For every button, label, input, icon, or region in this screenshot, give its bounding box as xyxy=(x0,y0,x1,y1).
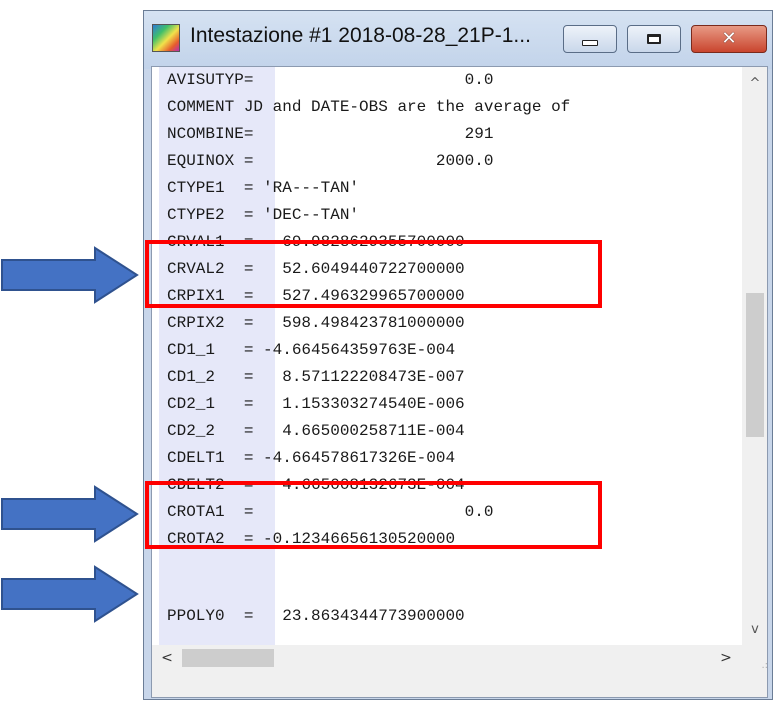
header-line-avisutyp: AVISUTYP= 0.0 xyxy=(167,71,494,89)
header-line-cd2-1: CD2_1 = 1.153303274540E-006 xyxy=(167,395,465,413)
close-icon: ✕ xyxy=(721,28,737,49)
header-line-comment: COMMENT JD and DATE-OBS are the average … xyxy=(167,98,571,116)
minimize-button[interactable] xyxy=(563,25,617,53)
horizontal-scrollbar[interactable]: < > xyxy=(152,645,742,671)
resize-grip-icon[interactable]: .: xyxy=(742,645,767,671)
header-line-equinox: EQUINOX = 2000.0 xyxy=(167,152,494,170)
scroll-up-arrow-icon[interactable]: ^ xyxy=(746,73,764,93)
horizontal-scroll-thumb[interactable] xyxy=(182,649,274,667)
window-title: Intestazione #1 2018-08-28_21P-1... xyxy=(190,24,531,47)
highlight-box-cdelt xyxy=(145,481,602,549)
vertical-scroll-thumb[interactable] xyxy=(746,293,764,437)
pointer-arrow-crval xyxy=(1,246,139,304)
header-line-cdelt1: CDELT1 = -4.664578617326E-004 xyxy=(167,449,456,467)
scroll-right-arrow-icon[interactable]: > xyxy=(716,648,736,668)
header-viewer-window: Intestazione #1 2018-08-28_21P-1... ✕ AV… xyxy=(143,10,773,700)
header-line-cd1-1: CD1_1 = -4.664564359763E-004 xyxy=(167,341,456,359)
title-bar[interactable]: Intestazione #1 2018-08-28_21P-1... ✕ xyxy=(144,11,772,69)
maximize-button[interactable] xyxy=(627,25,681,53)
scroll-left-arrow-icon[interactable]: < xyxy=(157,648,177,668)
header-line-cd2-2: CD2_2 = 4.665000258711E-004 xyxy=(167,422,465,440)
pointer-arrow-crota xyxy=(1,565,139,623)
header-line-cd1-2: CD1_2 = 8.571122208473E-007 xyxy=(167,368,465,386)
vertical-scrollbar[interactable]: ^ v xyxy=(742,67,767,645)
header-line-ppoly0: PPOLY0 = 23.8634344773900000 xyxy=(167,607,465,625)
fits-header-app-icon xyxy=(152,24,180,52)
header-line-ncombine: NCOMBINE= 291 xyxy=(167,125,494,143)
header-line-ctype1: CTYPE1 = 'RA---TAN' xyxy=(167,179,360,197)
window-bottom-strip xyxy=(152,671,767,697)
header-text-area[interactable]: AVISUTYP= 0.0 COMMENT JD and DATE-OBS ar… xyxy=(151,66,768,698)
scroll-down-arrow-icon[interactable]: v xyxy=(746,619,764,639)
highlight-box-crval xyxy=(145,240,602,308)
maximize-icon xyxy=(647,34,661,44)
header-line-ctype2: CTYPE2 = 'DEC--TAN' xyxy=(167,206,360,224)
close-button[interactable]: ✕ xyxy=(691,25,767,53)
minimize-icon xyxy=(582,40,598,46)
header-line-crpix2: CRPIX2 = 598.498423781000000 xyxy=(167,314,465,332)
pointer-arrow-cdelt xyxy=(1,485,139,543)
